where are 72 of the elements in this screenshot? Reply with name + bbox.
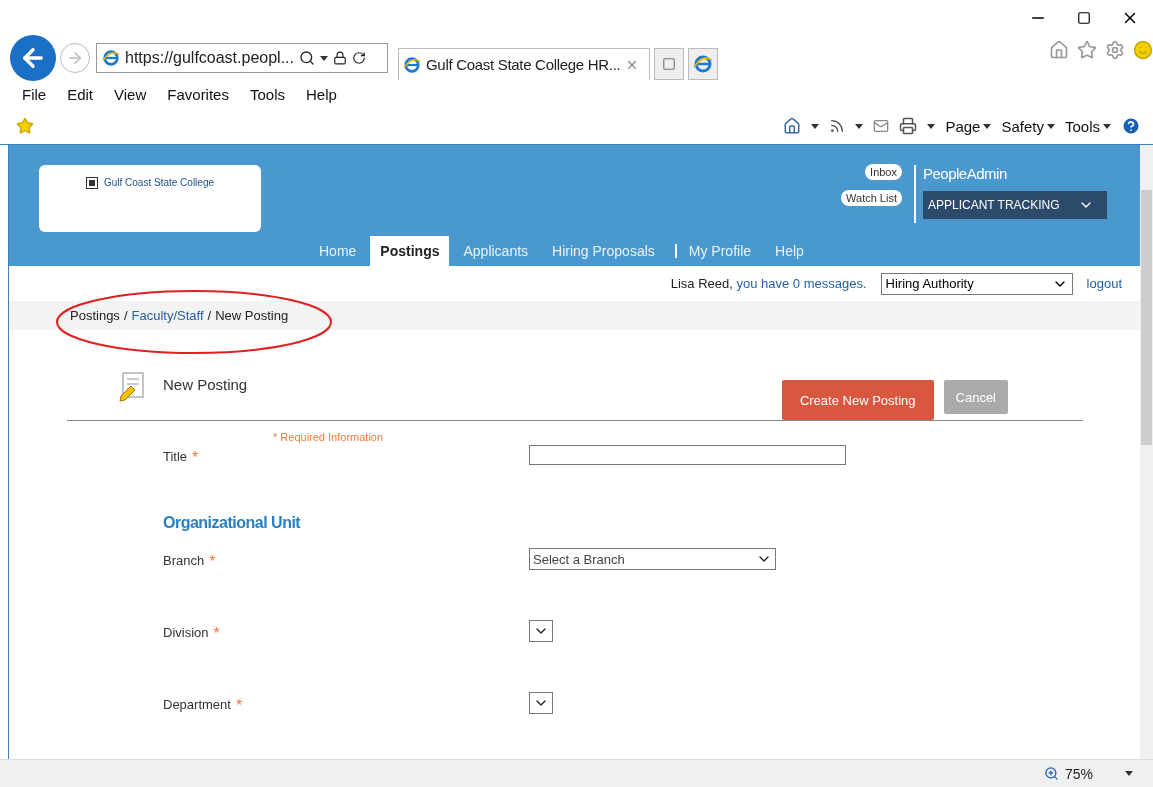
help-icon[interactable] (1121, 116, 1141, 136)
field-label: Division (163, 625, 209, 640)
broken-image-icon (85, 177, 98, 189)
field-label: Department (163, 697, 231, 712)
browser-tab[interactable]: Gulf Coast State College HR... (398, 48, 650, 80)
forward-arrow-icon (66, 49, 84, 67)
zoom-icon[interactable] (1043, 766, 1059, 781)
brand-name: PeopleAdmin (923, 165, 1008, 182)
new-tab-button[interactable] (654, 48, 684, 80)
settings-icon[interactable] (1105, 40, 1125, 60)
role-select[interactable]: Hiring Authority (880, 272, 1073, 295)
caret-icon[interactable] (927, 123, 936, 129)
menu-item[interactable]: View (104, 85, 158, 103)
home-icon[interactable] (1049, 40, 1069, 60)
logout-link[interactable]: logout (1086, 276, 1122, 291)
caret-icon[interactable] (320, 55, 328, 61)
logo-text: Gulf Coast State College (103, 177, 215, 190)
browser-logo-button[interactable] (688, 48, 718, 80)
print-icon[interactable] (899, 117, 918, 135)
select-field[interactable] (529, 692, 553, 714)
search-icon[interactable] (299, 50, 315, 66)
caret-icon[interactable] (855, 123, 864, 129)
breadcrumb-item: New Posting (215, 308, 289, 323)
browser-logo-icon (403, 55, 421, 74)
required-mark: * (209, 553, 216, 571)
required-mark: * (192, 449, 199, 467)
watch-list-link[interactable]: Watch List (841, 190, 902, 206)
required-mark: * (235, 697, 243, 715)
browser-logo-icon (693, 54, 713, 74)
select-field[interactable] (529, 620, 553, 642)
command-menu[interactable]: Page (945, 117, 992, 135)
nav-tab[interactable]: Postings (370, 236, 450, 267)
breadcrumb-item: Postings (70, 308, 120, 323)
select-field[interactable]: Select a Branch (529, 548, 776, 570)
lock-icon (333, 51, 347, 65)
user-name: Lisa Reed, (670, 276, 733, 291)
favorites-star-icon[interactable] (16, 117, 34, 135)
new-tab-icon (662, 57, 676, 71)
mail-icon[interactable] (873, 118, 890, 134)
favorites-icon[interactable] (1077, 40, 1097, 60)
required-mark: * (213, 625, 220, 643)
menu-item[interactable]: Edit (57, 85, 105, 103)
command-menu[interactable]: Safety (1001, 117, 1055, 135)
menu-item[interactable]: Favorites (157, 85, 240, 103)
caret-icon[interactable] (811, 123, 820, 129)
zoom-level[interactable]: 75% (1064, 765, 1093, 782)
address-bar[interactable]: https://gulfcoast.peopl... (96, 43, 388, 73)
field-label: Branch (163, 553, 205, 568)
caret-icon[interactable] (1125, 771, 1133, 776)
title-input[interactable] (529, 445, 846, 465)
home-icon[interactable] (783, 117, 802, 135)
section-heading: Organizational Unit (163, 513, 302, 533)
create-button[interactable]: Create New Posting (781, 380, 934, 420)
menu-item[interactable]: File (12, 85, 58, 103)
breadcrumb-link[interactable]: Faculty/Staff (131, 308, 204, 323)
maximize-icon[interactable] (1077, 11, 1091, 25)
breadcrumb-separator: / (123, 308, 128, 323)
field-label: Title (163, 449, 188, 464)
scrollbar-thumb[interactable] (1141, 190, 1152, 445)
feed-icon[interactable] (829, 118, 846, 134)
module-dropdown[interactable]: APPLICANT TRACKING (923, 191, 1107, 219)
page-title: New Posting (163, 376, 248, 393)
back-button[interactable] (10, 35, 56, 81)
messages-link[interactable]: you have 0 messages. (736, 276, 867, 291)
browser-logo-icon (102, 49, 120, 67)
breadcrumb-separator: / (207, 308, 212, 323)
refresh-icon[interactable] (352, 51, 366, 65)
menu-item[interactable]: Tools (239, 85, 296, 103)
command-menu[interactable]: Tools (1064, 117, 1111, 135)
inbox-link[interactable]: Inbox (865, 164, 902, 180)
required-note: * Required Information (273, 431, 385, 443)
menu-item[interactable]: Help (296, 85, 348, 103)
